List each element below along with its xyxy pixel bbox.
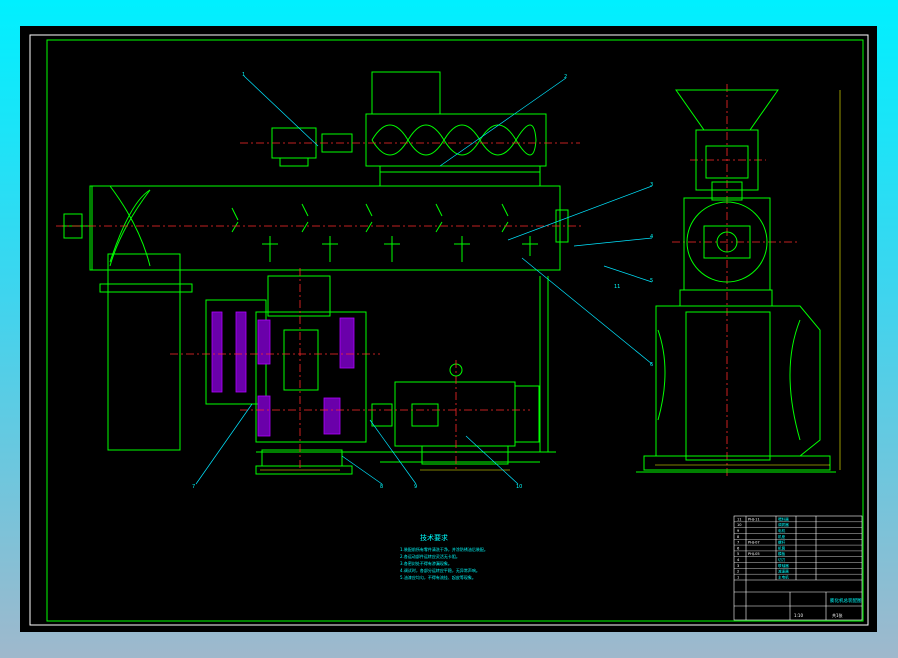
requirements-title: 技术要求	[420, 533, 448, 542]
part-name: 螺杆	[778, 540, 786, 545]
balloon-9: 9	[414, 484, 417, 490]
part-name: 联轴器	[778, 563, 789, 568]
drawing-scale: 1:10	[794, 613, 803, 618]
cad-drawing: 1 2 3 4 5 6 7 8 9 10 11 技术要求 1.装配前所有零件清洗…	[20, 26, 877, 632]
part-number: 2	[737, 570, 739, 574]
part-number: 11	[737, 517, 742, 521]
balloon-4: 4	[650, 234, 653, 240]
part-code: PHJ-07	[748, 541, 760, 545]
part-number: 5	[737, 552, 739, 556]
requirement-2: 2.各运动部件运转应灵活无卡阻。	[400, 553, 460, 559]
part-number: 7	[737, 541, 739, 545]
part-code: PHJ-05	[748, 552, 760, 556]
part-name: 喂料器	[778, 516, 789, 521]
drawing-sheet: 共1张	[832, 612, 843, 618]
part-name: 机座	[778, 534, 786, 539]
part-name: 减速器	[778, 569, 789, 574]
part-number: 3	[737, 564, 739, 568]
part-code: PHJ-11	[748, 517, 760, 521]
cad-viewport: 1 2 3 4 5 6 7 8 9 10 11 技术要求 1.装配前所有零件清洗…	[0, 0, 898, 658]
balloon-8: 8	[380, 484, 383, 490]
balloon-11: 11	[614, 284, 620, 290]
part-number: 10	[737, 523, 742, 527]
balloon-5: 5	[650, 278, 653, 284]
balloon-3: 3	[650, 182, 653, 188]
drawing-name: 膨化机总装配图	[830, 597, 862, 604]
part-name: 电机	[778, 528, 786, 533]
part-name: 调质器	[778, 522, 789, 527]
balloon-1: 1	[242, 72, 245, 78]
part-name: 机筒	[778, 545, 786, 550]
balloon-10: 10	[516, 484, 522, 490]
balloon-6: 6	[650, 362, 653, 368]
part-number: 1	[737, 576, 739, 580]
balloon-2: 2	[564, 74, 567, 80]
part-name: 模板	[778, 551, 786, 556]
part-name: 切刀	[778, 557, 786, 562]
requirement-4: 4.调试时，各部分运转应平稳，无异常声响。	[400, 567, 480, 573]
requirement-5: 5.油漆应均匀，不得有流挂、起皮等现象。	[400, 574, 476, 580]
requirement-1: 1.装配前所有零件清洗干净，并涂防锈油后装配。	[400, 546, 488, 552]
part-name: 主电机	[778, 575, 789, 580]
balloon-7: 7	[192, 484, 195, 490]
requirement-3: 3.各密封处不得有渗漏现象。	[400, 560, 452, 566]
